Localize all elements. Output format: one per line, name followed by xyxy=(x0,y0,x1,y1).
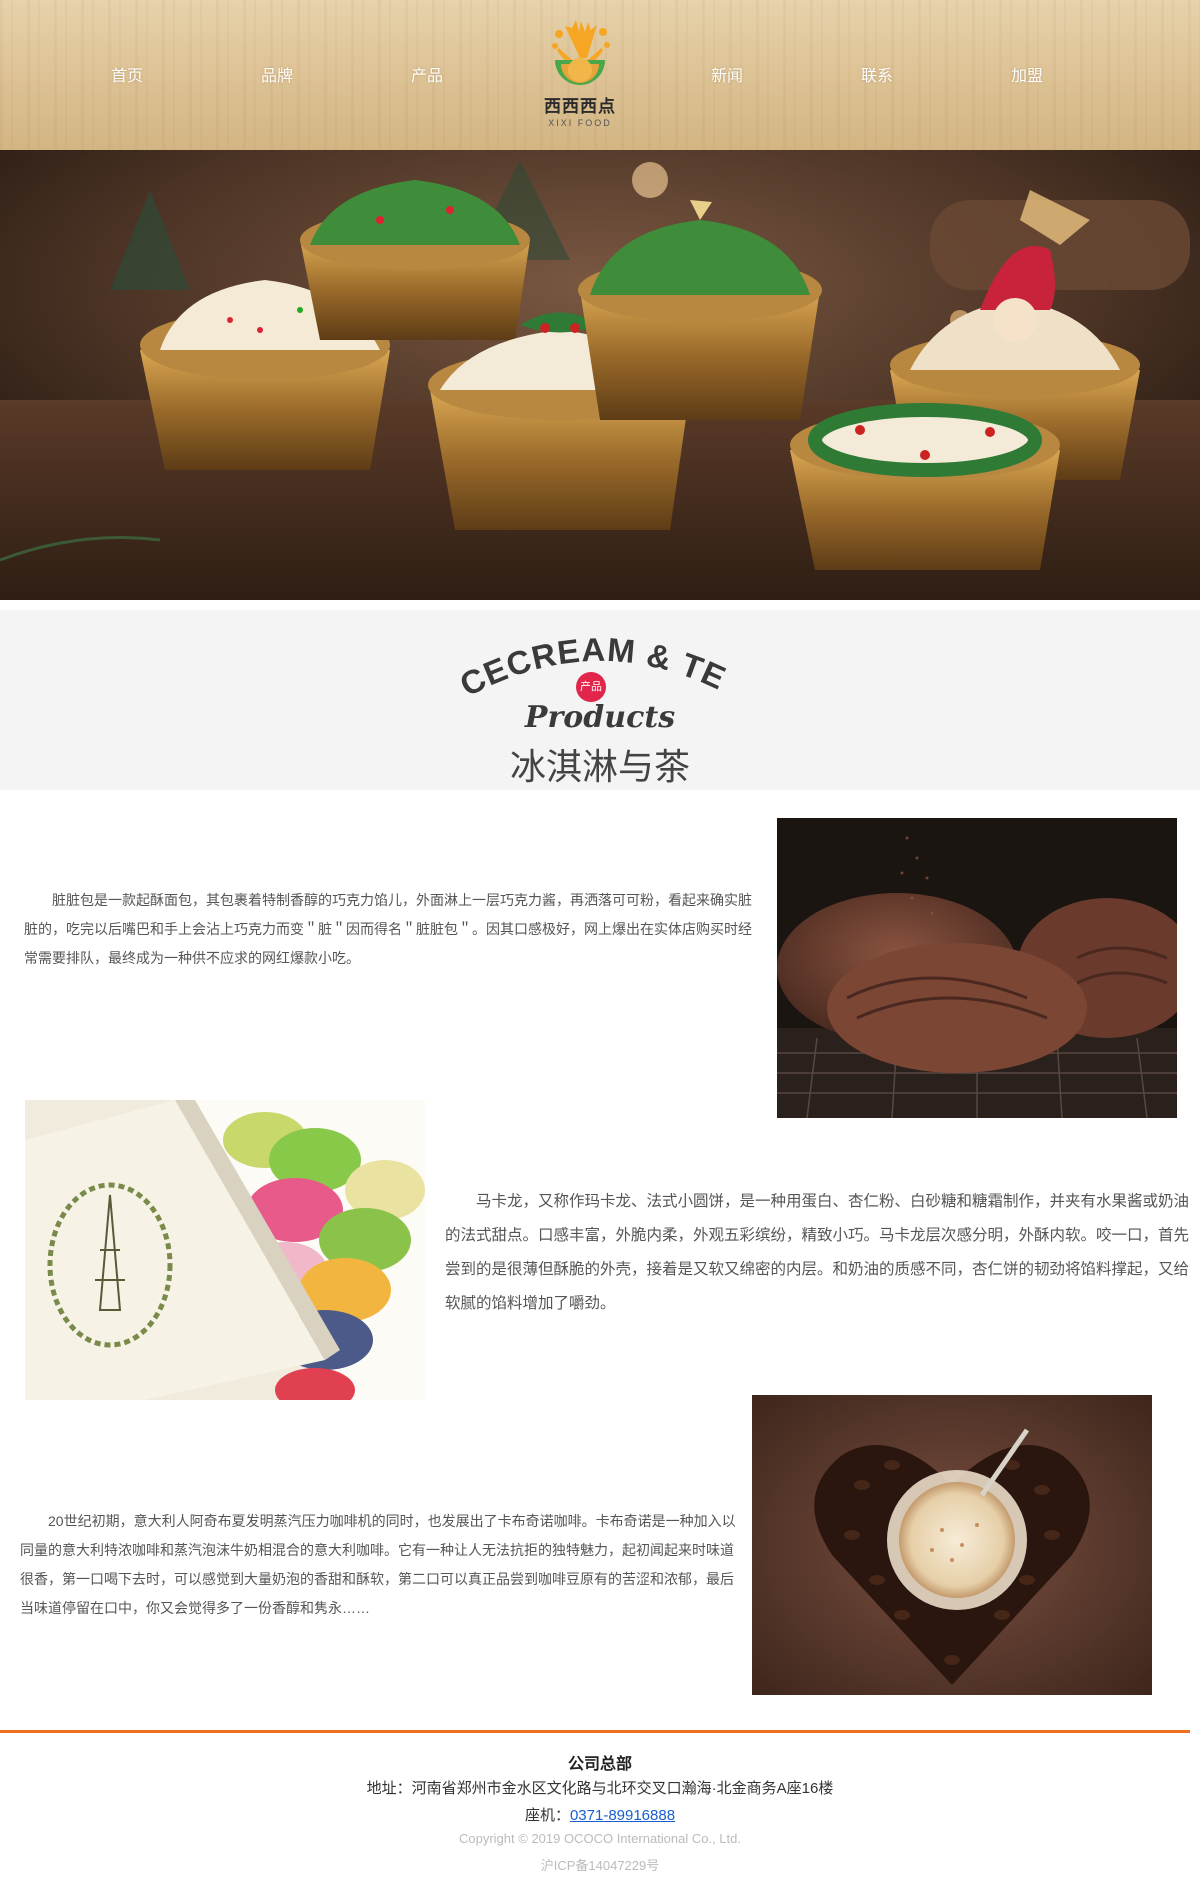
footer-title: 公司总部 xyxy=(567,1756,632,1773)
nav-news[interactable]: 新闻 xyxy=(672,62,782,86)
site-header: 首页 品牌 产品 新闻 联系 加盟 西西西点 XIXI FOOD xyxy=(0,0,1200,150)
logo-mark-icon xyxy=(552,20,610,85)
section-heading-cn: 冰淇淋与茶 xyxy=(509,746,690,787)
footer-address: 地址：河南省郑州市金水区文化路与北环交叉口瀚海·北金商务A座16楼 xyxy=(366,1780,834,1797)
section-script-title: Products xyxy=(524,700,676,735)
site-logo[interactable]: 西西西点 XIXI FOOD xyxy=(530,18,630,140)
logo-name-cn: 西西西点 xyxy=(544,97,616,116)
hero-banner xyxy=(0,150,1200,600)
nav-home[interactable]: 首页 xyxy=(72,62,182,86)
dirty-bread-photo xyxy=(777,818,1177,1118)
cappuccino-photo xyxy=(752,1395,1152,1695)
section-badge: 产品 xyxy=(576,672,606,702)
product-description-cappuccino: 20世纪初期，意大利人阿奇布夏发明蒸汽压力咖啡机的同时，也发展出了卡布奇诺咖啡。… xyxy=(20,1513,736,1616)
footer-phone-label: 座机： xyxy=(524,1807,570,1824)
nav-contact[interactable]: 联系 xyxy=(822,62,932,86)
footer-icp[interactable]: 沪ICP备14047229号 xyxy=(0,1855,1200,1874)
footer-phone: 座机：0371-89916888 xyxy=(0,1804,1200,1825)
product-description-dirty-bread: 脏脏包是一款起酥面包，其包裹着特制香醇的巧克力馅儿，外面淋上一层巧克力酱，再洒落… xyxy=(24,892,752,966)
logo-name-en: XIXI FOOD xyxy=(548,118,612,128)
nav-franchise[interactable]: 加盟 xyxy=(972,62,1082,86)
footer-divider xyxy=(0,1730,1190,1733)
macaron-photo xyxy=(25,1100,425,1400)
dirty-bread-image xyxy=(777,818,1177,1118)
product-description-macaron: 马卡龙，又称作玛卡龙、法式小圆饼，是一种用蛋白、杏仁粉、白砂糖和糖霜制作，并夹有… xyxy=(445,1193,1190,1312)
footer-copyright: Copyright © 2019 OCOCO International Co.… xyxy=(459,1831,741,1846)
hero-cupcakes-image xyxy=(0,150,1200,600)
nav-brand[interactable]: 品牌 xyxy=(222,62,332,86)
nav-products[interactable]: 产品 xyxy=(372,62,482,86)
cappuccino-image xyxy=(752,1395,1152,1695)
macaron-image xyxy=(25,1100,425,1400)
footer-phone-link[interactable]: 0371-89916888 xyxy=(570,1807,675,1824)
